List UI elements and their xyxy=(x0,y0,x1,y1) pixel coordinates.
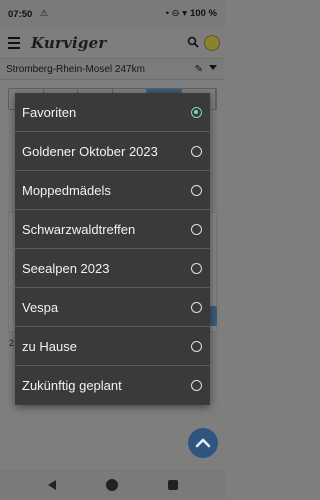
battery-level: 100 % xyxy=(190,8,217,19)
menu-item-zukuenftig-geplant[interactable]: Zukünftig geplant xyxy=(15,366,210,405)
home-icon[interactable] xyxy=(106,479,118,491)
back-icon[interactable] xyxy=(48,480,56,490)
recents-icon[interactable] xyxy=(168,480,178,490)
warning-icon: ⚠ xyxy=(40,8,49,18)
menu-item-schwarzwaldtreffen[interactable]: Schwarzwaldtreffen xyxy=(15,210,210,249)
menu-item-label: Vespa xyxy=(22,300,59,315)
avatar[interactable] xyxy=(204,35,220,51)
menu-item-seealpen[interactable]: Seealpen 2023 xyxy=(15,249,210,288)
folder-popup-menu: Favoriten Goldener Oktober 2023 Moppedmä… xyxy=(15,93,210,405)
menu-item-label: Moppedmädels xyxy=(22,183,111,198)
menu-item-label: Goldener Oktober 2023 xyxy=(22,144,158,159)
edit-icon[interactable]: ✎ xyxy=(195,64,203,75)
menu-item-goldener-oktober[interactable]: Goldener Oktober 2023 xyxy=(15,132,210,171)
app-bar: Kurviger xyxy=(0,28,225,58)
chevron-up-icon xyxy=(195,438,211,448)
radio-icon[interactable] xyxy=(191,263,202,274)
menu-item-label: zu Hause xyxy=(22,339,77,354)
route-name: Stromberg-Rhein-Mosel 247km xyxy=(6,64,145,75)
radio-icon[interactable] xyxy=(191,224,202,235)
app-logo: Kurviger xyxy=(31,34,107,52)
menu-item-zu-hause[interactable]: zu Hause xyxy=(15,327,210,366)
menu-item-moppedmaedels[interactable]: Moppedmädels xyxy=(15,171,210,210)
menu-item-label: Favoriten xyxy=(22,105,77,120)
menu-item-favoriten[interactable]: Favoriten xyxy=(15,93,210,132)
menu-item-vespa[interactable]: Vespa xyxy=(15,288,210,327)
signal-icons: • ⊖ ▾ xyxy=(165,8,188,19)
radio-icon[interactable] xyxy=(191,380,202,391)
menu-item-label: Seealpen 2023 xyxy=(22,261,110,276)
radio-icon[interactable] xyxy=(191,341,202,352)
radio-icon[interactable] xyxy=(191,185,202,196)
radio-checked-icon[interactable] xyxy=(191,107,202,118)
navigation-bar xyxy=(0,470,225,500)
search-icon[interactable] xyxy=(187,36,199,48)
menu-icon[interactable] xyxy=(8,37,20,49)
status-icons: • ⊖ ▾ 100 % xyxy=(166,8,217,19)
menu-item-label: Schwarzwaldtreffen xyxy=(22,222,136,237)
chevron-down-icon[interactable] xyxy=(209,65,217,70)
status-time: 07:50 xyxy=(8,9,33,20)
radio-icon[interactable] xyxy=(191,146,202,157)
menu-item-label: Zukünftig geplant xyxy=(22,378,122,393)
scroll-up-button[interactable] xyxy=(188,428,218,458)
radio-icon[interactable] xyxy=(191,302,202,313)
background-marker: 2 xyxy=(9,338,15,348)
status-bar: 07:50 ⚠ • ⊖ ▾ 100 % xyxy=(0,0,225,28)
route-selector[interactable]: Stromberg-Rhein-Mosel 247km ✎ xyxy=(0,58,225,80)
